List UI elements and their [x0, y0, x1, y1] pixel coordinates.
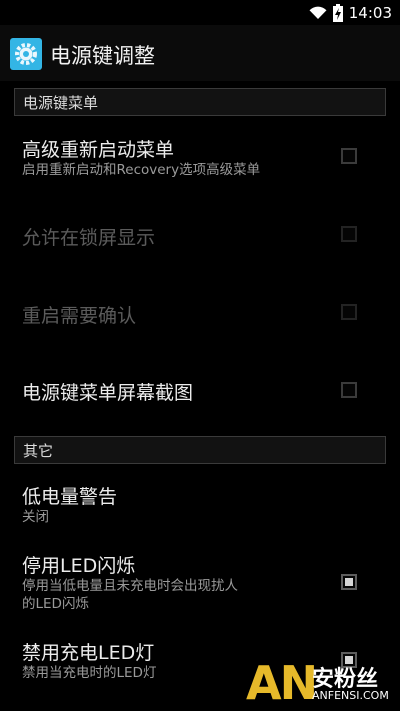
battery-charging-icon [332, 4, 343, 22]
watermark-en: ANFENSI.COM [312, 689, 389, 702]
status-bar: 14:03 [0, 0, 400, 25]
status-icons: 14:03 [309, 3, 392, 23]
pref-advanced-reboot-menu[interactable]: 高级重新启动菜单 启用重新启动和Recovery选项高级菜单 [0, 126, 400, 188]
watermark-logo: AN 安粉丝 ANFENSI.COM [246, 657, 396, 709]
page-title: 电源键调整 [50, 44, 155, 68]
pref-summary: 关闭 [22, 509, 49, 525]
pref-summary-line-2: 的LED闪烁 [22, 596, 89, 612]
pref-title: 停用LED闪烁 [22, 555, 136, 577]
pref-show-on-lockscreen[interactable]: 允许在锁屏显示 [0, 204, 400, 264]
section-header-label: 电源键菜单 [23, 94, 99, 112]
pref-power-menu-screenshot[interactable]: 电源键菜单屏幕截图 [0, 360, 400, 420]
preference-list: 电源键菜单 高级重新启动菜单 启用重新启动和Recovery选项高级菜单 允许在… [0, 81, 400, 711]
pref-title: 电源键菜单屏幕截图 [22, 382, 194, 404]
checkbox-advanced-reboot[interactable] [341, 148, 357, 164]
checkbox-disable-led-blink[interactable] [341, 574, 357, 590]
watermark-letters: AN [246, 656, 318, 710]
pref-reboot-confirm[interactable]: 重启需要确认 [0, 282, 400, 342]
pref-title: 允许在锁屏显示 [22, 227, 156, 249]
pref-title: 禁用充电LED灯 [22, 642, 155, 664]
pref-summary: 启用重新启动和Recovery选项高级菜单 [22, 162, 261, 178]
status-clock: 14:03 [348, 4, 392, 22]
settings-gear-icon[interactable] [10, 38, 42, 70]
pref-title: 高级重新启动菜单 [22, 139, 175, 161]
checkbox-power-menu-screenshot[interactable] [341, 382, 357, 398]
checkbox-show-on-lockscreen[interactable] [341, 226, 357, 242]
wifi-icon [309, 6, 327, 20]
pref-low-battery-warning[interactable]: 低电量警告 关闭 [0, 473, 400, 535]
pref-summary-line-1: 停用当低电量且未充电时会出现扰人 [22, 578, 238, 594]
pref-title: 低电量警告 [22, 486, 118, 508]
section-header-other: 其它 [14, 436, 386, 464]
section-header-label: 其它 [23, 442, 54, 460]
checkbox-reboot-confirm[interactable] [341, 304, 357, 320]
section-header-power-menu: 电源键菜单 [14, 88, 386, 116]
pref-disable-led-blink[interactable]: 停用LED闪烁 停用当低电量且未充电时会出现扰人 的LED闪烁 [0, 543, 400, 623]
action-bar: 电源键调整 [0, 25, 400, 81]
pref-title: 重启需要确认 [22, 305, 137, 327]
